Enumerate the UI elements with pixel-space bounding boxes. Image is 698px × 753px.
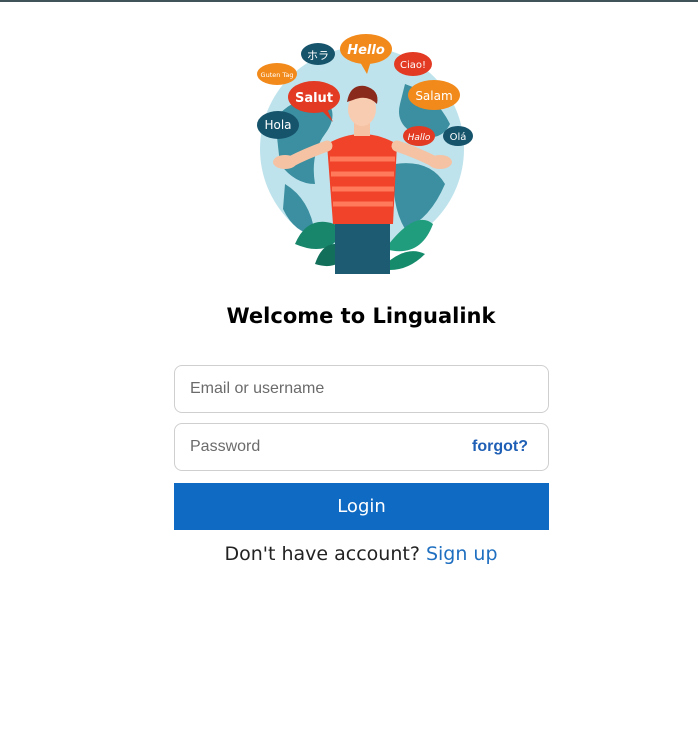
signup-link[interactable]: Sign up xyxy=(426,543,498,565)
greeting-text: ホラ xyxy=(307,49,329,62)
greeting-text: Hola xyxy=(264,118,291,132)
greeting-text: Olá xyxy=(450,131,467,143)
greeting-text: Salut xyxy=(295,91,333,106)
person-shirt xyxy=(327,134,397,224)
signup-prompt: Don't have account? xyxy=(224,543,420,565)
greeting-text: Ciao! xyxy=(400,60,426,71)
greeting-text: Guten Tag xyxy=(261,71,294,79)
greeting-text: Hallo xyxy=(408,133,431,143)
top-border xyxy=(0,0,698,2)
forgot-password-link[interactable]: forgot? xyxy=(472,438,528,456)
greeting-text: Hello xyxy=(347,43,385,58)
signup-line: Don't have account? Sign up xyxy=(0,543,698,565)
hero-illustration: ホラ Hello Ciao! Guten Tag Salut Salam Hol… xyxy=(257,34,473,274)
password-field[interactable]: forgot? xyxy=(174,423,549,471)
login-button[interactable]: Login xyxy=(174,483,549,530)
email-field[interactable] xyxy=(174,365,549,413)
email-input[interactable] xyxy=(175,366,548,412)
greeting-text: Salam xyxy=(415,89,452,103)
page-title: Welcome to Lingualink xyxy=(226,304,496,328)
